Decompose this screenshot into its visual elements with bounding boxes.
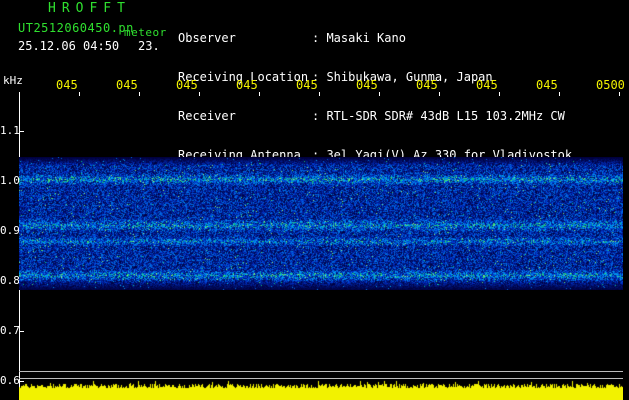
- spectrogram-canvas: [19, 157, 623, 290]
- signal-level-meter: [19, 380, 623, 400]
- time-tick-label: 045: [416, 78, 438, 92]
- reference-line-upper: [19, 371, 623, 372]
- time-tick-label: 045: [356, 78, 378, 92]
- mode-label: meteor: [124, 26, 167, 39]
- time-tick-label: 045: [536, 78, 558, 92]
- app-title: HROFFT: [48, 1, 131, 16]
- time-tick-label: 045: [56, 78, 78, 92]
- observer-value: : Masaki Kano: [312, 31, 406, 45]
- frequency-tick-label: 1.1: [0, 124, 20, 137]
- time-tick-label: 0500: [596, 78, 625, 92]
- time-tick-label: 045: [296, 78, 318, 92]
- time-tick-label: 045: [176, 78, 198, 92]
- spectrogram: [19, 157, 623, 290]
- frequency-tick-label: 0.8: [0, 274, 20, 287]
- observer-label: Observer: [178, 31, 236, 45]
- hrofft-display: HROFFT UT2512060450.pn meteor 25.12.06 0…: [0, 0, 629, 400]
- location-value: : Shibukawa, Gunma, Japan: [312, 70, 493, 84]
- time-tick-label: 045: [476, 78, 498, 92]
- file-name: UT2512060450.pn: [18, 21, 134, 35]
- frequency-tick-label: 0.6: [0, 374, 20, 387]
- count-value: 23.: [138, 39, 160, 53]
- time-tick-label: 045: [116, 78, 138, 92]
- frequency-tick-label: 0.9: [0, 224, 20, 237]
- frequency-tick-label: 0.7: [0, 324, 20, 337]
- time-tick-label: 045: [236, 78, 258, 92]
- frequency-unit: kHz: [3, 74, 23, 87]
- reference-line-lower: [19, 378, 623, 379]
- frequency-tick-label: 1.0: [0, 174, 20, 187]
- timestamp: 25.12.06 04:50: [18, 39, 120, 53]
